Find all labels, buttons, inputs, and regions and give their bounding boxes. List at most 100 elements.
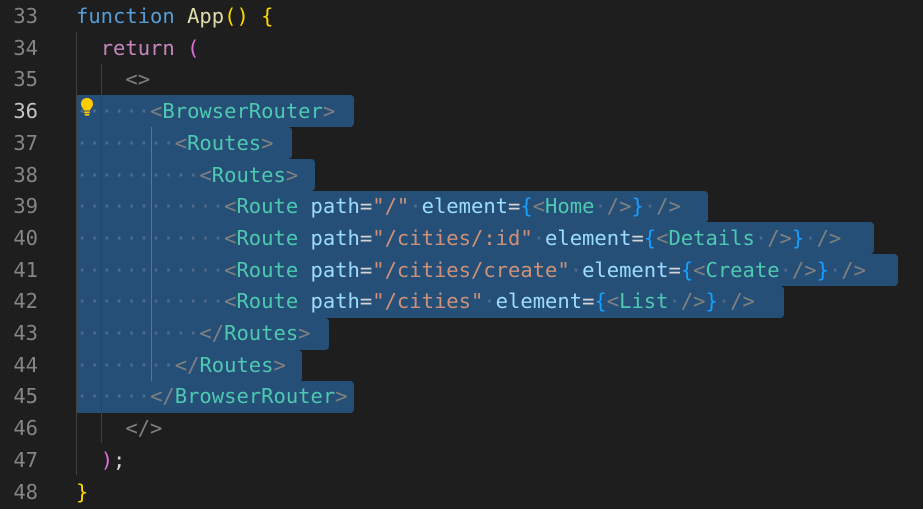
line-number[interactable]: 37 xyxy=(0,127,38,159)
code-token: /> xyxy=(656,194,681,219)
code-token: } xyxy=(816,257,829,282)
line-number[interactable]: 36 xyxy=(0,95,38,127)
code-token: Route xyxy=(236,257,299,282)
code-token: { xyxy=(594,289,607,314)
code-line[interactable]: function App() { xyxy=(76,0,274,32)
code-token: < xyxy=(224,225,237,250)
code-token: = xyxy=(631,225,644,250)
code-token: > xyxy=(285,162,299,187)
code-line[interactable]: return ( xyxy=(76,32,200,64)
code-token: = xyxy=(359,257,373,282)
code-token: · xyxy=(532,225,546,250)
code-token: · xyxy=(643,194,657,219)
line-number[interactable]: 40 xyxy=(0,222,38,254)
code-token: /> xyxy=(680,289,706,314)
line-number[interactable]: 35 xyxy=(0,63,38,95)
code-token: return xyxy=(100,35,175,60)
code-token: path xyxy=(310,225,360,250)
code-token: < xyxy=(532,194,546,219)
code-token: · xyxy=(779,257,792,282)
code-token: ············ xyxy=(76,225,225,250)
code-token: < xyxy=(199,162,212,187)
code-line[interactable]: ········<Routes> xyxy=(76,127,274,159)
code-token: · xyxy=(804,225,817,250)
code-line[interactable]: </> xyxy=(76,412,162,444)
line-number[interactable]: 34 xyxy=(0,32,38,64)
code-token: /> xyxy=(606,194,632,219)
code-token: App xyxy=(187,4,225,28)
code-token: ( xyxy=(187,35,200,60)
code-line[interactable]: ············<Route path="/"·element={<Ho… xyxy=(76,190,681,222)
code-token: Routes xyxy=(224,321,299,345)
code-token: · xyxy=(483,289,496,314)
code-token: { xyxy=(520,194,533,219)
code-token: "/cities/:id" xyxy=(372,225,533,250)
code-token: ········ xyxy=(76,130,175,155)
code-token: () xyxy=(224,4,249,28)
code-token: ············ xyxy=(76,257,225,282)
code-line[interactable]: ········</Routes> xyxy=(76,349,286,381)
code-token: ·········· xyxy=(76,162,200,187)
line-number[interactable]: 42 xyxy=(0,285,38,317)
code-line[interactable]: ············<Route path="/cities"·elemen… xyxy=(76,285,755,317)
code-token: } xyxy=(705,289,718,314)
code-token: path xyxy=(310,257,360,282)
code-token: </ xyxy=(174,352,200,377)
code-editor[interactable]: 33 34 35 36 37 38 39 40 41 42 43 44 45 46 47 48 functio… xyxy=(0,0,923,509)
code-token: Home xyxy=(545,194,595,219)
line-number[interactable]: 41 xyxy=(0,254,38,286)
code-line[interactable]: ············<Route path="/cities/:id"·el… xyxy=(76,222,841,254)
code-token: Route xyxy=(236,289,299,314)
code-token: element xyxy=(421,194,509,219)
lightbulb-icon[interactable] xyxy=(80,97,94,117)
code-token: ·········· xyxy=(76,321,200,345)
line-number[interactable]: 38 xyxy=(0,159,38,191)
line-number[interactable]: 43 xyxy=(0,317,38,349)
code-token: = xyxy=(359,225,373,250)
line-number[interactable]: 44 xyxy=(0,349,38,381)
code-line[interactable]: ······<BrowserRouter> xyxy=(76,95,335,127)
code-token: < xyxy=(224,289,237,314)
line-number-gutter[interactable]: 33 34 35 36 37 38 39 40 41 42 43 44 45 46 47 48 xyxy=(0,0,70,509)
code-token: element xyxy=(582,257,669,282)
code-token: > xyxy=(335,384,348,409)
line-number[interactable]: 33 xyxy=(0,0,38,32)
line-number[interactable]: 47 xyxy=(0,444,38,476)
code-line[interactable]: ); xyxy=(76,444,126,476)
code-token: > xyxy=(261,130,274,155)
code-token: </ xyxy=(199,321,225,345)
code-token: · xyxy=(409,194,422,219)
code-token: = xyxy=(668,257,681,282)
code-token: } xyxy=(791,225,805,250)
code-line[interactable]: <> xyxy=(76,63,150,95)
code-token: /> xyxy=(730,289,755,314)
code-token: ; xyxy=(113,447,126,472)
code-token: < xyxy=(174,130,188,155)
code-line[interactable]: ··········</Routes> xyxy=(76,317,311,349)
code-line[interactable]: ······</BrowserRouter> xyxy=(76,380,348,412)
code-line[interactable]: ············<Route path="/cities/create"… xyxy=(76,254,866,286)
line-number[interactable]: 39 xyxy=(0,190,38,222)
line-number[interactable]: 48 xyxy=(0,476,38,508)
line-number[interactable]: 45 xyxy=(0,380,38,412)
code-token: } xyxy=(631,194,644,219)
code-token: · xyxy=(828,257,842,282)
code-token: Routes xyxy=(187,130,262,155)
code-token: Create xyxy=(705,257,780,282)
code-line[interactable]: ··········<Routes> xyxy=(76,159,298,191)
code-token: > xyxy=(322,99,336,124)
code-token: = xyxy=(359,289,373,314)
code-token: ) xyxy=(100,447,114,472)
code-line[interactable]: } xyxy=(76,476,88,508)
code-token: { xyxy=(643,225,657,250)
code-token: · xyxy=(668,289,681,314)
line-number[interactable]: 46 xyxy=(0,412,38,444)
code-token: ·· xyxy=(125,99,151,124)
